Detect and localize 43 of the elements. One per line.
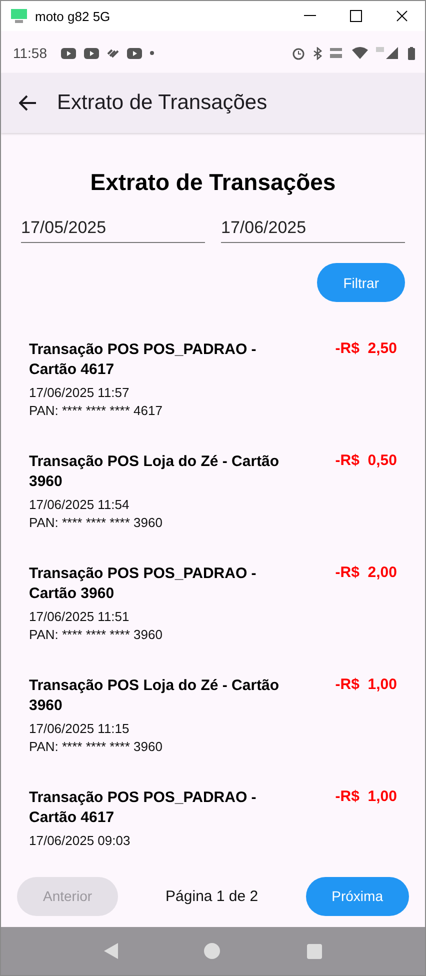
notification-icon — [107, 48, 119, 58]
next-button[interactable]: Próxima — [306, 876, 409, 916]
video-icon — [127, 48, 142, 58]
transaction-pan: PAN: **** **** **** 3960 — [29, 739, 164, 754]
transaction-pan: PAN: **** **** **** 3960 — [29, 515, 164, 530]
signal-icon — [376, 47, 400, 59]
video-icon — [84, 48, 99, 58]
app-bar-title: Extrato de Transações — [57, 91, 268, 115]
transaction-amount: -R$ 1,00 — [335, 676, 397, 695]
transaction-datetime: 17/06/2025 11:57 — [29, 385, 130, 400]
transaction-amount: -R$ 2,50 — [335, 340, 397, 359]
transaction-title: Transação POS POS_PADRAO - Cartão 4617 — [29, 788, 258, 828]
transaction-amount: -R$ 0,50 — [335, 452, 397, 471]
transaction-title: Transação POS POS_PADRAO - Cartão 4617 — [29, 340, 258, 380]
window-title: moto g82 5G — [35, 8, 112, 24]
transaction-datetime: 17/06/2025 11:15 — [29, 721, 130, 736]
app-icon — [11, 9, 27, 23]
page-heading: Extrato de Transações — [89, 169, 337, 196]
date-field[interactable]: 17/05/2025 — [21, 210, 205, 243]
wifi-icon — [352, 47, 368, 59]
transaction-datetime: 17/06/2025 11:51 — [29, 609, 130, 624]
transaction-title: Transação POS Loja do Zé - Cartão 3960 — [29, 676, 280, 716]
dot-icon — [150, 51, 154, 55]
minimize-icon[interactable] — [304, 15, 316, 17]
page-indicator: Página 1 de 2 — [166, 888, 258, 904]
video-icon — [61, 48, 76, 58]
status-time: 11:58 — [13, 45, 47, 61]
back-icon[interactable] — [19, 95, 37, 111]
maximize-icon[interactable] — [350, 10, 362, 22]
alarm-icon — [292, 46, 305, 60]
transaction-title: Transação POS POS_PADRAO - Cartão 3960 — [29, 564, 258, 604]
transaction-pan: PAN: **** **** **** 4617 — [29, 403, 164, 418]
filter-button[interactable]: Filtrar — [317, 263, 405, 302]
transaction-amount: -R$ 1,00 — [335, 788, 397, 807]
transaction-title: Transação POS Loja do Zé - Cartão 3960 — [29, 452, 280, 492]
transaction-amount: -R$ 2,00 — [335, 564, 397, 583]
date-field[interactable]: 17/06/2025 — [221, 210, 405, 243]
battery-icon — [408, 46, 415, 60]
transaction-datetime: 17/06/2025 11:54 — [29, 497, 130, 512]
bluetooth-icon — [313, 46, 322, 60]
transaction-pan: PAN: **** **** **** 3960 — [29, 627, 164, 642]
transaction-datetime: 17/06/2025 09:03 — [29, 833, 132, 848]
close-icon[interactable] — [396, 10, 408, 22]
